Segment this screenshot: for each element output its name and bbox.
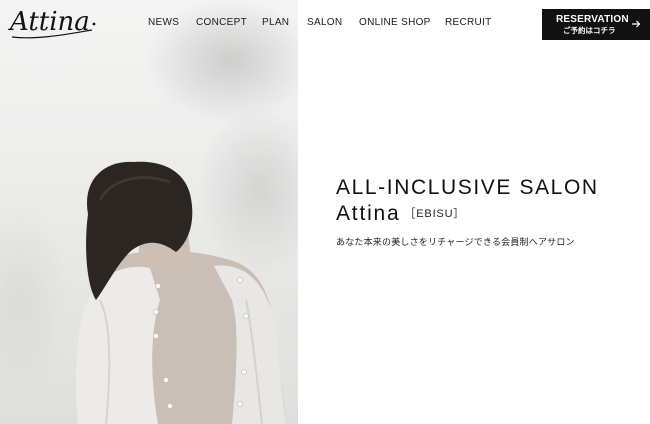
hero-heading: ALL-INCLUSIVE SALON [336, 176, 599, 199]
hero-brand-name: Attina [336, 202, 401, 225]
attina-logo[interactable]: Attina [8, 4, 98, 42]
arrow-right-icon [632, 20, 641, 28]
hero-location: ［EBISU］ [404, 208, 466, 220]
nav-plan[interactable]: PLAN [262, 17, 289, 29]
reservation-subtitle: ご予約はコチラ [563, 26, 616, 35]
nav-news[interactable]: NEWS [148, 17, 179, 29]
reservation-title: RESERVATION [556, 14, 629, 25]
hero-brand-line: Attina ［EBISU］ [336, 202, 465, 229]
nav-recruit[interactable]: RECRUIT [445, 17, 492, 29]
logo-wordmark: Attina [8, 7, 96, 39]
nav-concept[interactable]: CONCEPT [196, 17, 247, 29]
hero-tagline: あなた本来の美しさをリチャージできる会員制ヘアサロン [336, 237, 575, 247]
hero-image [0, 0, 298, 424]
reservation-button[interactable]: RESERVATION ご予約はコチラ [542, 9, 650, 40]
hero-photo-illustration [0, 0, 298, 424]
nav-salon[interactable]: SALON [307, 17, 342, 29]
nav-online-shop[interactable]: ONLINE SHOP [359, 17, 431, 29]
